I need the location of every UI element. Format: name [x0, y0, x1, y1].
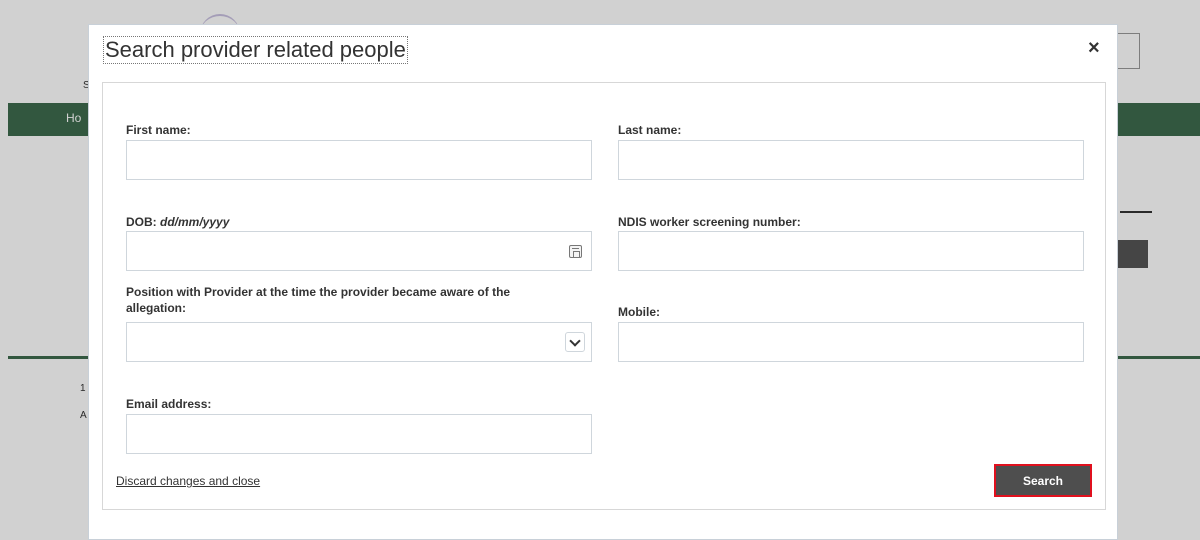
last-name-label: Last name: [618, 123, 682, 137]
first-name-input[interactable] [126, 140, 592, 180]
chevron-down-icon[interactable] [565, 332, 585, 352]
close-icon[interactable]: × [1088, 37, 1100, 59]
search-button-label: Search [1022, 473, 1064, 488]
search-form: First name: Last name: DOB: dd/mm/yyyy N… [102, 82, 1106, 510]
first-name-label: First name: [126, 123, 191, 137]
calendar-icon[interactable] [569, 245, 582, 258]
position-label-line-1: Position with Provider at the time the p… [126, 285, 511, 299]
search-people-modal: Search provider related people × First n… [88, 24, 1118, 540]
dob-label-text: DOB: [126, 215, 160, 229]
last-name-input[interactable] [618, 140, 1084, 180]
modal-title: Search provider related people [103, 36, 408, 64]
position-select[interactable] [126, 322, 592, 362]
dob-label: DOB: dd/mm/yyyy [126, 214, 229, 230]
discard-changes-link[interactable]: Discard changes and close [116, 474, 260, 488]
email-label: Email address: [126, 397, 212, 411]
mobile-input[interactable] [618, 322, 1084, 362]
dob-format-hint: dd/mm/yyyy [160, 215, 230, 229]
mobile-label: Mobile: [618, 305, 660, 319]
search-button[interactable]: Search [994, 464, 1092, 497]
ndis-label: NDIS worker screening number: [618, 215, 801, 229]
position-label-line-2: allegation: [126, 301, 187, 315]
email-input[interactable] [126, 414, 592, 454]
dob-input[interactable] [126, 231, 592, 271]
ndis-screening-number-input[interactable] [618, 231, 1084, 271]
position-label: Position with Provider at the time the p… [126, 284, 510, 316]
